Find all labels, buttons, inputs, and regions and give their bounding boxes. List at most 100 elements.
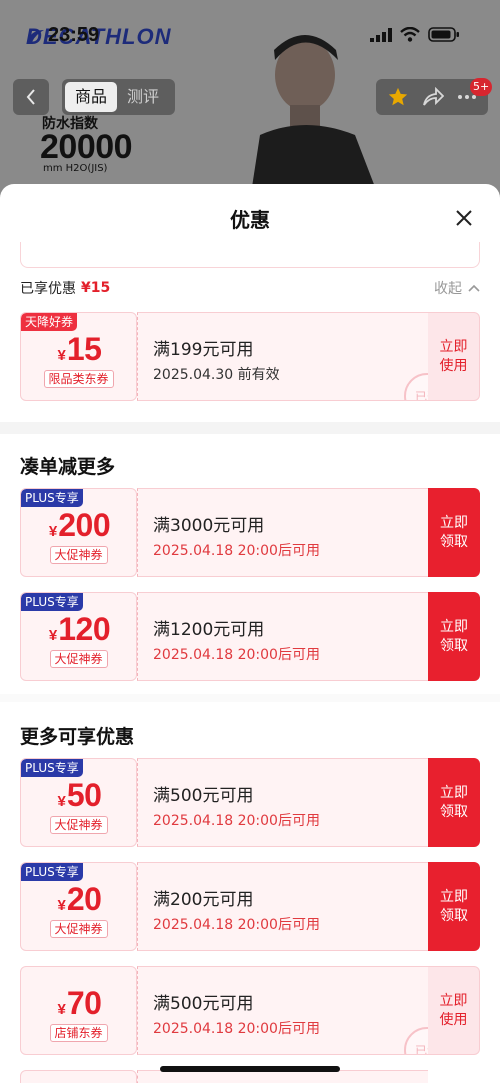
close-button[interactable]: [450, 204, 478, 232]
claim-now-button[interactable]: 立即 领取: [428, 488, 480, 577]
coupon-type: 大促神券: [49, 546, 108, 564]
coupon-tag: PLUS专享: [21, 863, 83, 881]
sheet-title: 优惠: [230, 208, 270, 232]
star-icon[interactable]: [387, 86, 409, 108]
coupon-amount-value: 50: [66, 777, 102, 813]
currency-symbol: ¥: [57, 1001, 66, 1018]
coupon-tag: PLUS专享: [21, 593, 83, 611]
coupon-amount-value: 70: [66, 985, 102, 1021]
status-bar: DECATHLON 23:59: [0, 0, 500, 70]
selected-stamp: 已选: [404, 373, 428, 400]
previous-card-edge: [20, 242, 480, 268]
claim-now-button[interactable]: 立即 领取: [428, 862, 480, 951]
coupon-type: 限品类东券: [43, 370, 114, 388]
coupon-validity: 2025.04.18 20:00后可用: [153, 813, 320, 829]
chevron-up-icon: [468, 284, 480, 292]
status-time: 23:59: [48, 24, 100, 46]
coupon-value-panel: PLUS专享 ¥20 大促神券: [20, 862, 137, 951]
share-icon[interactable]: [422, 87, 444, 107]
coupon-condition: 满199元可用: [153, 340, 254, 360]
coupon-amount-value: 200: [58, 507, 111, 543]
claim-now-button[interactable]: 立即 领取: [428, 592, 480, 681]
coupon-validity: 2025.04.18 20:00后可用: [153, 647, 320, 663]
enjoyed-discount-row: 已享优惠 ¥15 收起: [20, 276, 480, 300]
coupon-condition: 满200元可用: [153, 890, 254, 910]
coupon-card[interactable]: ¥70 店铺东券 满500元可用 2025.04.18 20:00后可用 已领 …: [20, 966, 480, 1055]
coupon-amount: ¥120: [21, 611, 136, 648]
coupon-detail-panel: 满500元可用 2025.04.18 20:00后可用: [137, 758, 428, 847]
coupon-amount: ¥15: [21, 331, 136, 368]
currency-symbol: ¥: [48, 627, 58, 644]
battery-icon: [428, 27, 459, 42]
coupon-detail-panel: 满199元可用 2025.04.30 前有效 已选: [137, 312, 428, 401]
coupon-amount: ¥20: [21, 881, 136, 918]
coupon-detail-panel: 满1200元可用 2025.04.18 20:00后可用: [137, 592, 428, 681]
use-now-button[interactable]: 立即 使用: [428, 966, 480, 1055]
coupon-amount-value: 120: [58, 611, 111, 647]
coupon-type: 店铺东券: [49, 1024, 108, 1042]
coupon-tag: PLUS专享: [21, 759, 83, 777]
currency-symbol: ¥: [57, 347, 66, 364]
coupon-amount-value: 15: [66, 331, 102, 367]
coupon-value-panel: PLUS专享 ¥50 大促神券: [20, 758, 137, 847]
coupon-tag: 天降好券: [21, 313, 78, 331]
enjoyed-amount: ¥15: [81, 280, 111, 296]
coupon-validity: 2025.04.18 20:00后可用: [153, 917, 320, 933]
coupon-type: 大促神券: [49, 650, 108, 668]
claimed-stamp: 已领: [404, 1027, 428, 1054]
coupon-condition: 满500元可用: [153, 786, 254, 806]
section-title-more-offers: 更多可享优惠: [20, 726, 135, 748]
coupon-amount: ¥200: [21, 507, 136, 544]
coupon-value-panel: [20, 1070, 137, 1083]
coupon-condition: 满1200元可用: [153, 620, 265, 640]
home-indicator: [160, 1066, 340, 1072]
coupon-validity: 2025.04.18 20:00后可用: [153, 543, 320, 559]
coupon-card[interactable]: PLUS专享 ¥120 大促神券 满1200元可用 2025.04.18 20:…: [20, 592, 480, 681]
coupon-card[interactable]: PLUS专享 ¥200 大促神券 满3000元可用 2025.04.18 20:…: [20, 488, 480, 577]
coupon-condition: 满500元可用: [153, 994, 254, 1014]
discount-sheet: 优惠 已享优惠 ¥15 收起 天降好券 ¥15 限品类东券 满199元可用 20…: [0, 184, 500, 1083]
tab-product[interactable]: 商品: [65, 82, 118, 112]
currency-symbol: ¥: [57, 793, 66, 810]
coupon-value-panel: PLUS专享 ¥120 大促神券: [20, 592, 137, 681]
coupon-tag: PLUS专享: [21, 489, 83, 507]
coupon-card[interactable]: 天降好券 ¥15 限品类东券 满199元可用 2025.04.30 前有效 已选…: [20, 312, 480, 401]
waterproof-unit: mm H2O(JIS): [43, 163, 108, 174]
coupon-value-panel: PLUS专享 ¥200 大促神券: [20, 488, 137, 577]
chevron-left-icon: [26, 89, 35, 105]
section-divider: [0, 694, 500, 702]
coupon-type: 大促神券: [49, 920, 108, 938]
coupon-detail-panel: 满200元可用 2025.04.18 20:00后可用: [137, 862, 428, 951]
signal-icon: [370, 27, 392, 42]
currency-symbol: ¥: [48, 523, 58, 540]
wifi-icon: [400, 27, 420, 42]
back-button[interactable]: [13, 79, 49, 115]
product-tabs: 商品 测评: [62, 79, 175, 115]
product-page-background: DECATHLON 23:59 商品 测评 5+ 防水指数 20000 mm H…: [0, 0, 500, 200]
coupon-detail-panel: 满3000元可用 2025.04.18 20:00后可用: [137, 488, 428, 577]
coupon-value-panel: 天降好券 ¥15 限品类东券: [20, 312, 137, 401]
coupon-amount: ¥50: [21, 777, 136, 814]
coupon-amount-value: 20: [66, 881, 102, 917]
coupon-validity: 2025.04.18 20:00后可用: [153, 1021, 320, 1037]
claim-now-button[interactable]: 立即 领取: [428, 758, 480, 847]
close-icon: [456, 210, 472, 226]
coupon-card[interactable]: PLUS专享 ¥20 大促神券 满200元可用 2025.04.18 20:00…: [20, 862, 480, 951]
collapse-label: 收起: [434, 281, 462, 297]
coupon-value-panel: ¥70 店铺东券: [20, 966, 137, 1055]
use-now-button[interactable]: 立即 使用: [428, 312, 480, 401]
coupon-amount: ¥70: [21, 985, 136, 1022]
coupon-card[interactable]: PLUS专享 ¥50 大促神券 满500元可用 2025.04.18 20:00…: [20, 758, 480, 847]
system-icons: [370, 27, 460, 42]
coupon-condition: 满3000元可用: [153, 516, 265, 536]
section-title-more-discount: 凑单减更多: [20, 456, 116, 478]
coupon-validity: 2025.04.30 前有效: [153, 367, 280, 383]
tab-review[interactable]: 测评: [117, 82, 169, 112]
coupon-type: 大促神券: [49, 816, 108, 834]
notification-badge: 5+: [470, 78, 493, 96]
enjoyed-label: 已享优惠: [20, 281, 76, 297]
coupon-detail-panel: 满500元可用 2025.04.18 20:00后可用 已领: [137, 966, 428, 1055]
collapse-toggle[interactable]: 收起: [434, 278, 480, 298]
currency-symbol: ¥: [57, 897, 66, 914]
section-divider: [0, 422, 500, 434]
